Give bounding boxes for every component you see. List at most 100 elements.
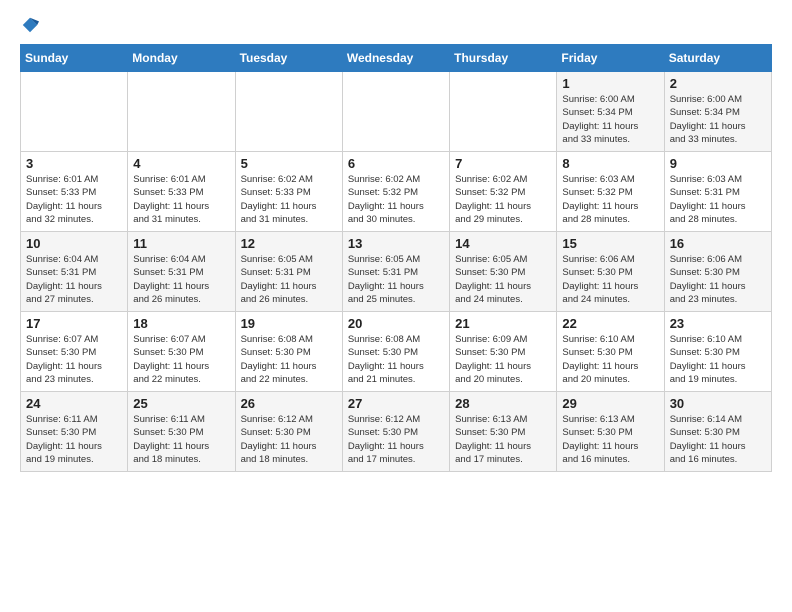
- day-info: Sunrise: 6:06 AM Sunset: 5:30 PM Dayligh…: [562, 253, 658, 306]
- day-number: 18: [133, 316, 229, 331]
- day-info: Sunrise: 6:05 AM Sunset: 5:31 PM Dayligh…: [241, 253, 337, 306]
- day-info: Sunrise: 6:08 AM Sunset: 5:30 PM Dayligh…: [241, 333, 337, 386]
- week-row-5: 24 Sunrise: 6:11 AM Sunset: 5:30 PM Dayli…: [21, 392, 772, 472]
- day-info: Sunrise: 6:02 AM Sunset: 5:32 PM Dayligh…: [455, 173, 551, 226]
- day-header-tuesday: Tuesday: [235, 45, 342, 72]
- logo-text: [20, 16, 39, 34]
- day-cell-9: 9 Sunrise: 6:03 AM Sunset: 5:31 PM Daylig…: [664, 152, 771, 232]
- day-cell-12: 12 Sunrise: 6:05 AM Sunset: 5:31 PM Dayli…: [235, 232, 342, 312]
- day-cell-15: 15 Sunrise: 6:06 AM Sunset: 5:30 PM Dayli…: [557, 232, 664, 312]
- day-cell-20: 20Sunrise: 6:08 AM Sunset: 5:30 PM Dayli…: [342, 312, 449, 392]
- day-info: Sunrise: 6:03 AM Sunset: 5:31 PM Dayligh…: [670, 173, 766, 226]
- empty-cell: [342, 72, 449, 152]
- day-number: 22: [562, 316, 658, 331]
- empty-cell: [450, 72, 557, 152]
- calendar-table: SundayMondayTuesdayWednesdayThursdayFrid…: [20, 44, 772, 472]
- day-info: Sunrise: 6:09 AM Sunset: 5:30 PM Dayligh…: [455, 333, 551, 386]
- day-info: Sunrise: 6:01 AM Sunset: 5:33 PM Dayligh…: [133, 173, 229, 226]
- day-cell-30: 30 Sunrise: 6:14 AM Sunset: 5:30 PM Dayli…: [664, 392, 771, 472]
- week-row-3: 10 Sunrise: 6:04 AM Sunset: 5:31 PM Dayli…: [21, 232, 772, 312]
- day-number: 15: [562, 236, 658, 251]
- day-number: 26: [241, 396, 337, 411]
- day-info: Sunrise: 6:04 AM Sunset: 5:31 PM Dayligh…: [26, 253, 122, 306]
- day-cell-27: 27 Sunrise: 6:12 AM Sunset: 5:30 PM Dayli…: [342, 392, 449, 472]
- day-info: Sunrise: 6:02 AM Sunset: 5:32 PM Dayligh…: [348, 173, 444, 226]
- day-cell-4: 4 Sunrise: 6:01 AM Sunset: 5:33 PM Daylig…: [128, 152, 235, 232]
- day-cell-29: 29 Sunrise: 6:13 AM Sunset: 5:30 PM Dayli…: [557, 392, 664, 472]
- day-header-wednesday: Wednesday: [342, 45, 449, 72]
- day-info: Sunrise: 6:07 AM Sunset: 5:30 PM Dayligh…: [26, 333, 122, 386]
- day-number: 9: [670, 156, 766, 171]
- day-number: 10: [26, 236, 122, 251]
- page: SundayMondayTuesdayWednesdayThursdayFrid…: [0, 0, 792, 488]
- day-cell-17: 17 Sunrise: 6:07 AM Sunset: 5:30 PM Dayli…: [21, 312, 128, 392]
- day-info: Sunrise: 6:12 AM Sunset: 5:30 PM Dayligh…: [241, 413, 337, 466]
- logo-icon: [21, 16, 39, 34]
- day-number: 27: [348, 396, 444, 411]
- day-number: 25: [133, 396, 229, 411]
- day-info: Sunrise: 6:04 AM Sunset: 5:31 PM Dayligh…: [133, 253, 229, 306]
- day-number: 17: [26, 316, 122, 331]
- day-cell-22: 22 Sunrise: 6:10 AM Sunset: 5:30 PM Dayli…: [557, 312, 664, 392]
- day-number: 8: [562, 156, 658, 171]
- day-info: Sunrise: 6:05 AM Sunset: 5:30 PM Dayligh…: [455, 253, 551, 306]
- day-number: 7: [455, 156, 551, 171]
- day-cell-19: 19 Sunrise: 6:08 AM Sunset: 5:30 PM Dayli…: [235, 312, 342, 392]
- day-cell-26: 26 Sunrise: 6:12 AM Sunset: 5:30 PM Dayli…: [235, 392, 342, 472]
- day-info: Sunrise: 6:10 AM Sunset: 5:30 PM Dayligh…: [562, 333, 658, 386]
- day-number: 1: [562, 76, 658, 91]
- empty-cell: [235, 72, 342, 152]
- day-number: 16: [670, 236, 766, 251]
- day-header-friday: Friday: [557, 45, 664, 72]
- day-number: 30: [670, 396, 766, 411]
- day-number: 13: [348, 236, 444, 251]
- day-number: 11: [133, 236, 229, 251]
- day-cell-6: 6 Sunrise: 6:02 AM Sunset: 5:32 PM Daylig…: [342, 152, 449, 232]
- header: [20, 16, 772, 34]
- day-cell-14: 14 Sunrise: 6:05 AM Sunset: 5:30 PM Dayli…: [450, 232, 557, 312]
- day-number: 5: [241, 156, 337, 171]
- day-number: 24: [26, 396, 122, 411]
- day-number: 12: [241, 236, 337, 251]
- day-cell-25: 25Sunrise: 6:11 AM Sunset: 5:30 PM Dayli…: [128, 392, 235, 472]
- day-cell-16: 16 Sunrise: 6:06 AM Sunset: 5:30 PM Dayli…: [664, 232, 771, 312]
- day-info: Sunrise: 6:06 AM Sunset: 5:30 PM Dayligh…: [670, 253, 766, 306]
- week-row-1: 1 Sunrise: 6:00 AM Sunset: 5:34 PM Daylig…: [21, 72, 772, 152]
- day-number: 3: [26, 156, 122, 171]
- day-number: 6: [348, 156, 444, 171]
- day-cell-18: 18 Sunrise: 6:07 AM Sunset: 5:30 PM Dayli…: [128, 312, 235, 392]
- day-number: 14: [455, 236, 551, 251]
- day-cell-10: 10 Sunrise: 6:04 AM Sunset: 5:31 PM Dayli…: [21, 232, 128, 312]
- day-info: Sunrise: 6:12 AM Sunset: 5:30 PM Dayligh…: [348, 413, 444, 466]
- day-info: Sunrise: 6:01 AM Sunset: 5:33 PM Dayligh…: [26, 173, 122, 226]
- logo: [20, 16, 39, 34]
- day-info: Sunrise: 6:00 AM Sunset: 5:34 PM Dayligh…: [562, 93, 658, 146]
- day-cell-11: 11 Sunrise: 6:04 AM Sunset: 5:31 PM Dayli…: [128, 232, 235, 312]
- day-info: Sunrise: 6:08 AM Sunset: 5:30 PM Dayligh…: [348, 333, 444, 386]
- day-info: Sunrise: 6:00 AM Sunset: 5:34 PM Dayligh…: [670, 93, 766, 146]
- day-cell-1: 1 Sunrise: 6:00 AM Sunset: 5:34 PM Daylig…: [557, 72, 664, 152]
- day-info: Sunrise: 6:03 AM Sunset: 5:32 PM Dayligh…: [562, 173, 658, 226]
- day-number: 23: [670, 316, 766, 331]
- day-info: Sunrise: 6:13 AM Sunset: 5:30 PM Dayligh…: [562, 413, 658, 466]
- day-number: 29: [562, 396, 658, 411]
- day-info: Sunrise: 6:14 AM Sunset: 5:30 PM Dayligh…: [670, 413, 766, 466]
- week-row-4: 17 Sunrise: 6:07 AM Sunset: 5:30 PM Dayli…: [21, 312, 772, 392]
- day-cell-5: 5Sunrise: 6:02 AM Sunset: 5:33 PM Daylig…: [235, 152, 342, 232]
- day-cell-3: 3 Sunrise: 6:01 AM Sunset: 5:33 PM Daylig…: [21, 152, 128, 232]
- day-cell-13: 13 Sunrise: 6:05 AM Sunset: 5:31 PM Dayli…: [342, 232, 449, 312]
- day-info: Sunrise: 6:07 AM Sunset: 5:30 PM Dayligh…: [133, 333, 229, 386]
- day-header-monday: Monday: [128, 45, 235, 72]
- day-cell-2: 2Sunrise: 6:00 AM Sunset: 5:34 PM Daylig…: [664, 72, 771, 152]
- day-info: Sunrise: 6:05 AM Sunset: 5:31 PM Dayligh…: [348, 253, 444, 306]
- empty-cell: [128, 72, 235, 152]
- calendar-header-row: SundayMondayTuesdayWednesdayThursdayFrid…: [21, 45, 772, 72]
- day-info: Sunrise: 6:11 AM Sunset: 5:30 PM Dayligh…: [26, 413, 122, 466]
- day-number: 19: [241, 316, 337, 331]
- day-number: 28: [455, 396, 551, 411]
- day-cell-23: 23Sunrise: 6:10 AM Sunset: 5:30 PM Dayli…: [664, 312, 771, 392]
- day-cell-21: 21Sunrise: 6:09 AM Sunset: 5:30 PM Dayli…: [450, 312, 557, 392]
- day-cell-28: 28Sunrise: 6:13 AM Sunset: 5:30 PM Dayli…: [450, 392, 557, 472]
- day-number: 4: [133, 156, 229, 171]
- day-cell-24: 24 Sunrise: 6:11 AM Sunset: 5:30 PM Dayli…: [21, 392, 128, 472]
